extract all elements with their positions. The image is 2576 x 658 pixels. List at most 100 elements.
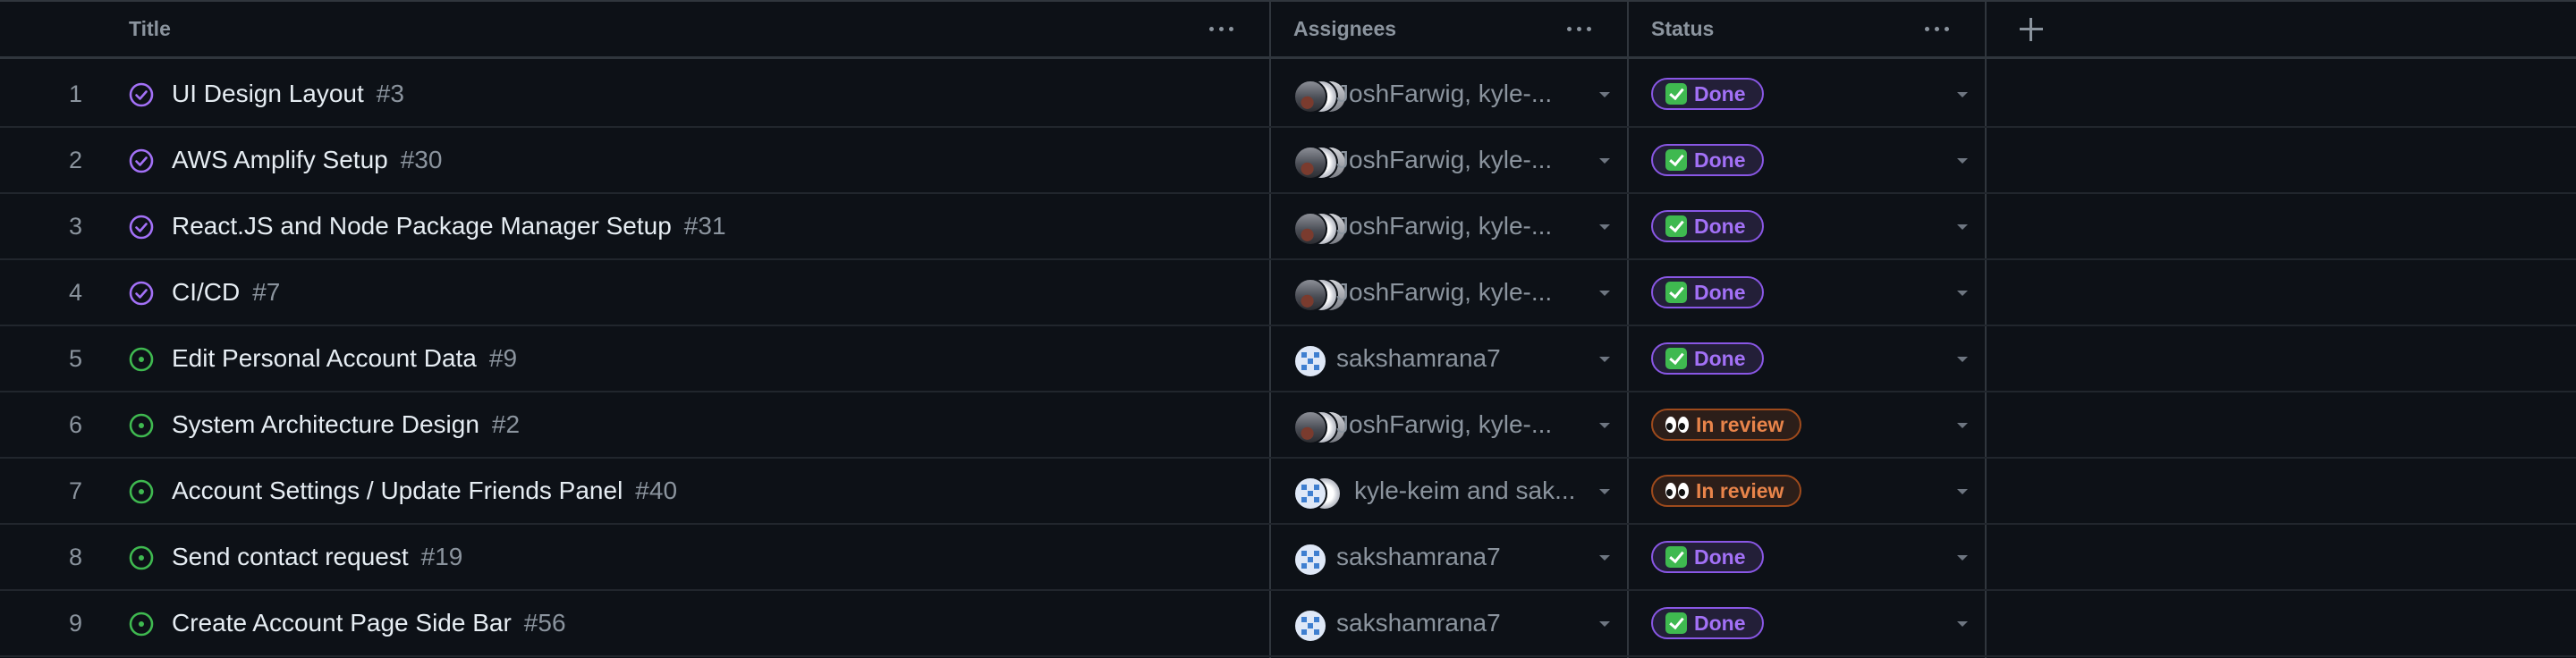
check-mark-icon xyxy=(1665,546,1687,568)
status-badge[interactable]: In review xyxy=(1651,409,1802,441)
avatar xyxy=(1293,80,1327,114)
status-badge[interactable]: Done xyxy=(1651,210,1764,242)
status-column-menu-icon[interactable] xyxy=(1925,2,1949,56)
table-row[interactable]: 2 AWS Amplify Setup #30 JoshFarwig, kyle-… xyxy=(0,128,2576,194)
check-mark-icon xyxy=(1665,83,1687,105)
assignees-text[interactable]: kyle-keim and sak... xyxy=(1354,459,1575,523)
assignees-text[interactable]: sakshamrana7 xyxy=(1336,525,1501,589)
assignees-dropdown-icon[interactable] xyxy=(1599,291,1610,296)
issue-title-cell[interactable]: CI/CD #7 xyxy=(172,260,280,325)
issue-title-link[interactable]: Send contact request xyxy=(172,543,409,570)
table-row[interactable]: 4 CI/CD #7 JoshFarwig, kyle-... Done xyxy=(0,260,2576,326)
issue-number: #7 xyxy=(252,278,281,306)
issue-title-link[interactable]: Edit Personal Account Data xyxy=(172,344,477,372)
issue-title-cell[interactable]: AWS Amplify Setup #30 xyxy=(172,128,442,192)
assignees-dropdown-icon[interactable] xyxy=(1599,621,1610,627)
column-header-status[interactable]: Status xyxy=(1651,2,1714,56)
title-column-menu-icon[interactable] xyxy=(1209,2,1233,56)
issue-closed-icon xyxy=(128,280,155,307)
column-header-title[interactable]: Title xyxy=(129,2,171,56)
status-badge[interactable]: Done xyxy=(1651,78,1764,110)
issue-title-link[interactable]: Account Settings / Update Friends Panel xyxy=(172,477,623,504)
status-dropdown-icon[interactable] xyxy=(1957,555,1968,561)
status-dropdown-icon[interactable] xyxy=(1957,621,1968,627)
status-badge[interactable]: Done xyxy=(1651,607,1764,639)
status-label: In review xyxy=(1696,413,1784,436)
issue-title-link[interactable]: System Architecture Design xyxy=(172,410,479,438)
issue-title-cell[interactable]: UI Design Layout #3 xyxy=(172,62,404,126)
assignees-dropdown-icon[interactable] xyxy=(1599,555,1610,561)
plus-icon[interactable] xyxy=(2018,16,2045,43)
assignees-dropdown-icon[interactable] xyxy=(1599,92,1610,97)
table-row[interactable]: 8 Send contact request #19 sakshamrana7 D… xyxy=(0,525,2576,591)
issue-title-cell[interactable]: Create Account Page Side Bar #56 xyxy=(172,591,566,655)
status-dropdown-icon[interactable] xyxy=(1957,224,1968,230)
avatar xyxy=(1293,344,1327,378)
issue-title-cell[interactable]: Edit Personal Account Data #9 xyxy=(172,326,517,391)
issue-number: #3 xyxy=(376,80,404,107)
issue-title-link[interactable]: UI Design Layout xyxy=(172,80,364,107)
table-header: Title Assignees Status xyxy=(0,0,2576,59)
column-title-label: Title xyxy=(129,17,171,40)
check-mark-icon xyxy=(1665,348,1687,369)
assignees-text[interactable]: JoshFarwig, kyle-... xyxy=(1336,194,1552,258)
issue-title-cell[interactable]: Account Settings / Update Friends Panel #… xyxy=(172,459,677,523)
status-dropdown-icon[interactable] xyxy=(1957,357,1968,362)
assignees-text[interactable]: JoshFarwig, kyle-... xyxy=(1336,62,1552,126)
assignees-text[interactable]: JoshFarwig, kyle-... xyxy=(1336,128,1552,192)
status-dropdown-icon[interactable] xyxy=(1957,423,1968,428)
issue-title-link[interactable]: CI/CD xyxy=(172,278,240,306)
issue-title-link[interactable]: Create Account Page Side Bar xyxy=(172,609,512,637)
status-dropdown-icon[interactable] xyxy=(1957,92,1968,97)
row-number: 1 xyxy=(68,80,82,107)
issue-opened-icon xyxy=(128,412,155,439)
assignees-column-menu-icon[interactable] xyxy=(1567,2,1591,56)
issue-title-link[interactable]: React.JS and Node Package Manager Setup xyxy=(172,212,672,240)
status-badge[interactable]: In review xyxy=(1651,475,1802,507)
status-label: Done xyxy=(1694,281,1746,304)
column-header-assignees[interactable]: Assignees xyxy=(1293,2,1396,56)
avatar xyxy=(1293,609,1327,643)
avatar xyxy=(1293,477,1327,510)
row-number: 3 xyxy=(68,213,82,240)
assignees-dropdown-icon[interactable] xyxy=(1599,423,1610,428)
issue-number: #30 xyxy=(400,146,443,173)
assignees-dropdown-icon[interactable] xyxy=(1599,489,1610,494)
table-row[interactable]: 7 Account Settings / Update Friends Pane… xyxy=(0,459,2576,525)
table-row[interactable]: 9 Create Account Page Side Bar #56 saksha… xyxy=(0,591,2576,657)
status-badge[interactable]: Done xyxy=(1651,144,1764,176)
avatar xyxy=(1293,146,1327,180)
status-label: Done xyxy=(1694,148,1746,172)
table-row[interactable]: 6 System Architecture Design #2 JoshFarwi… xyxy=(0,392,2576,459)
assignees-text[interactable]: JoshFarwig, kyle-... xyxy=(1336,392,1552,457)
assignees-dropdown-icon[interactable] xyxy=(1599,357,1610,362)
eyes-icon xyxy=(1665,417,1689,433)
issue-opened-icon xyxy=(128,611,155,637)
issue-title-link[interactable]: AWS Amplify Setup xyxy=(172,146,388,173)
status-dropdown-icon[interactable] xyxy=(1957,158,1968,164)
table-row[interactable]: 3 React.JS and Node Package Manager Setu… xyxy=(0,194,2576,260)
assignees-text[interactable]: sakshamrana7 xyxy=(1336,591,1501,655)
status-dropdown-icon[interactable] xyxy=(1957,489,1968,494)
check-mark-icon xyxy=(1665,612,1687,634)
status-dropdown-icon[interactable] xyxy=(1957,291,1968,296)
assignees-dropdown-icon[interactable] xyxy=(1599,158,1610,164)
row-number: 8 xyxy=(68,544,82,570)
assignees-text[interactable]: sakshamrana7 xyxy=(1336,326,1501,391)
issue-title-cell[interactable]: Send contact request #19 xyxy=(172,525,462,589)
table-row[interactable]: 5 Edit Personal Account Data #9 sakshamra… xyxy=(0,326,2576,392)
status-badge[interactable]: Done xyxy=(1651,276,1764,308)
assignees-dropdown-icon[interactable] xyxy=(1599,224,1610,230)
avatar xyxy=(1293,543,1327,577)
issue-closed-icon xyxy=(128,148,155,174)
table-row[interactable]: 1 UI Design Layout #3 JoshFarwig, kyle-..… xyxy=(0,62,2576,128)
issue-title-cell[interactable]: React.JS and Node Package Manager Setup #… xyxy=(172,194,726,258)
eyes-icon xyxy=(1665,483,1689,499)
issue-opened-icon xyxy=(128,544,155,571)
assignees-text[interactable]: JoshFarwig, kyle-... xyxy=(1336,260,1552,325)
status-label: Done xyxy=(1694,215,1746,238)
status-badge[interactable]: Done xyxy=(1651,342,1764,375)
issue-number: #19 xyxy=(420,543,463,570)
status-badge[interactable]: Done xyxy=(1651,541,1764,573)
issue-title-cell[interactable]: System Architecture Design #2 xyxy=(172,392,520,457)
